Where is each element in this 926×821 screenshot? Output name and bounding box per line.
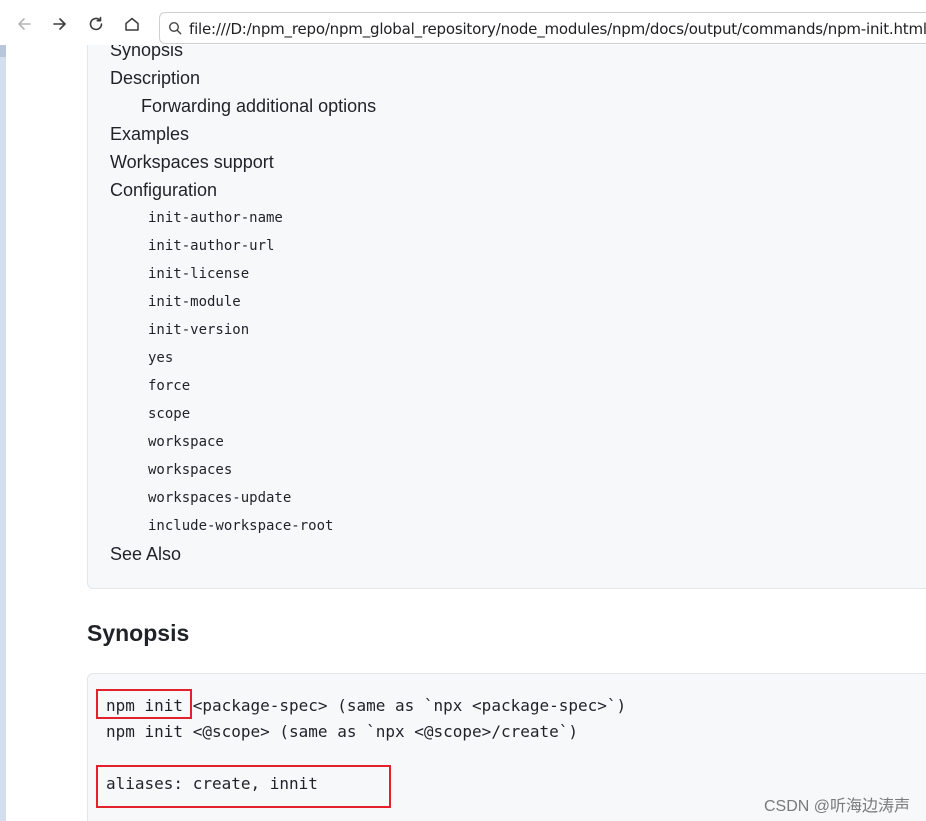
back-button[interactable]	[10, 10, 38, 38]
toc-link-config-item[interactable]: init-license	[148, 266, 249, 282]
page-scrollbar[interactable]	[0, 45, 6, 821]
home-icon	[125, 17, 139, 31]
toc-link-description[interactable]: Description	[110, 68, 200, 89]
browser-toolbar: file:///D:/npm_repo/npm_global_repositor…	[0, 0, 926, 45]
toc-link-config-item[interactable]: workspace	[148, 434, 224, 450]
toc-link-see-also[interactable]: See Also	[110, 544, 181, 565]
toc-link-forwarding-options[interactable]: Forwarding additional options	[141, 96, 376, 117]
toc-link-config-item[interactable]: yes	[148, 350, 173, 366]
code-args: <package-spec> (same as `npx <package-sp…	[183, 696, 627, 715]
arrow-left-icon	[18, 18, 31, 30]
scrollbar-thumb[interactable]	[0, 45, 6, 57]
reload-icon	[89, 16, 103, 31]
toc-link-config-item[interactable]: workspaces-update	[148, 490, 291, 506]
toc-link-config-item[interactable]: init-module	[148, 294, 241, 310]
url-text[interactable]: file:///D:/npm_repo/npm_global_repositor…	[189, 20, 926, 38]
search-icon	[168, 21, 182, 35]
toc-link-config-item[interactable]: force	[148, 378, 190, 394]
reload-button[interactable]	[82, 10, 110, 38]
toc-link-workspaces-support[interactable]: Workspaces support	[110, 152, 274, 173]
toc-link-config-item[interactable]: init-author-name	[148, 210, 283, 226]
arrow-right-icon	[53, 18, 66, 30]
highlight-box-aliases	[96, 765, 391, 808]
section-heading-synopsis: Synopsis	[87, 620, 190, 646]
home-button[interactable]	[118, 10, 146, 38]
toc-link-configuration[interactable]: Configuration	[110, 180, 217, 201]
code-line-2: npm init <@scope> (same as `npx <@scope>…	[106, 722, 579, 741]
toc-link-config-item[interactable]: workspaces	[148, 462, 232, 478]
address-bar[interactable]: file:///D:/npm_repo/npm_global_repositor…	[159, 12, 926, 44]
forward-button[interactable]	[46, 10, 74, 38]
toc-link-config-item[interactable]: include-workspace-root	[148, 518, 333, 534]
toc-link-examples[interactable]: Examples	[110, 124, 189, 145]
watermark: CSDN @听海边涛声	[763, 798, 910, 815]
toc-link-config-item[interactable]: init-version	[148, 322, 249, 338]
toc-link-config-item[interactable]: scope	[148, 406, 190, 422]
toc-link-config-item[interactable]: init-author-url	[148, 238, 274, 254]
highlight-box-command	[96, 689, 192, 719]
